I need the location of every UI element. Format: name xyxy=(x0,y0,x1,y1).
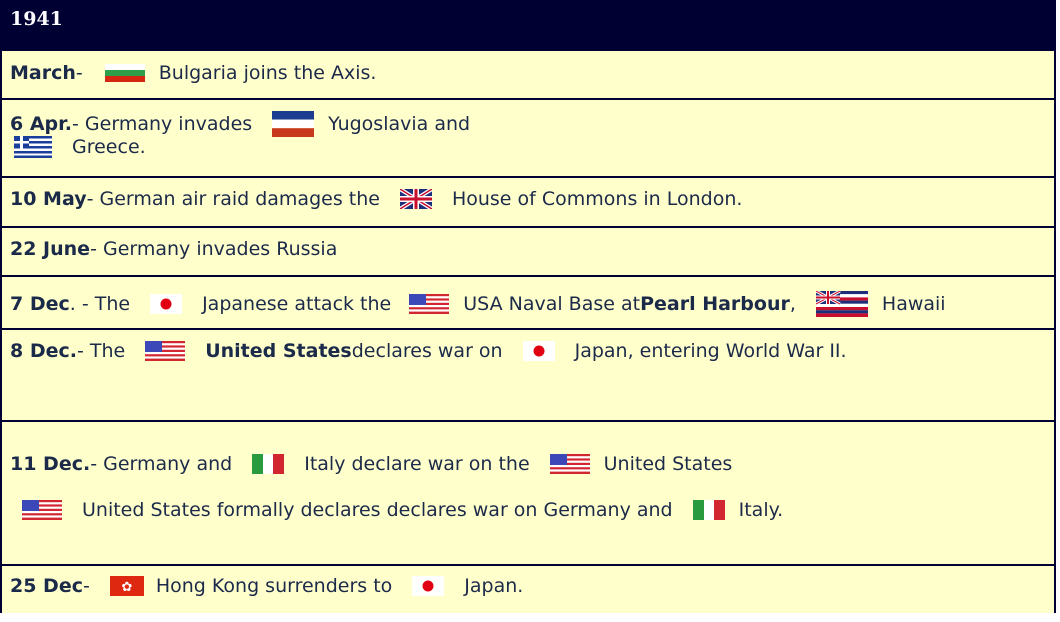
bulgaria-flag-icon xyxy=(104,64,145,82)
event-text: Japan. xyxy=(464,575,524,597)
event-text: - German air raid damages the xyxy=(86,188,380,210)
event-row-25-dec: 25 Dec - ✿ Hong Kong surrenders to Japan… xyxy=(2,564,1054,613)
event-date: March xyxy=(10,62,76,84)
event-text: Yugoslavia and xyxy=(328,113,471,135)
event-text: Hong Kong surrenders to xyxy=(155,575,393,597)
greece-flag-icon xyxy=(14,136,52,158)
event-text: - xyxy=(75,62,83,84)
usa-flag-icon xyxy=(145,341,186,361)
event-date: 11 Dec. xyxy=(10,453,91,475)
event-text: USA Naval Base at xyxy=(463,293,641,315)
year-header: 1941 xyxy=(2,0,1054,49)
japan-flag-icon xyxy=(150,294,183,314)
usa-flag-icon xyxy=(549,454,590,474)
japan-flag-icon xyxy=(412,576,445,596)
uk-flag-icon xyxy=(399,189,432,209)
japan-flag-icon xyxy=(522,341,555,361)
hong-kong-flag-icon: ✿ xyxy=(109,576,144,596)
event-text: House of Commons in London. xyxy=(451,188,743,210)
event-date: 25 Dec xyxy=(10,575,83,597)
svg-text:✿: ✿ xyxy=(121,580,132,595)
event-row-7-dec: 7 Dec . - The Japanese attack the USA Na… xyxy=(2,275,1054,328)
event-text-bold: United States xyxy=(205,340,352,362)
event-row-22-june: 22 June - Germany invades Russia xyxy=(2,226,1054,275)
event-text: Hawaii xyxy=(881,293,946,315)
timeline-table: 1941 March - Bulgaria joins the Axis. 6 … xyxy=(0,0,1056,613)
event-text: - xyxy=(82,575,90,597)
event-date: 8 Dec. xyxy=(10,340,77,362)
event-date: 10 May xyxy=(10,188,87,210)
yugoslavia-flag-icon xyxy=(272,111,315,137)
event-text: Greece. xyxy=(72,136,146,158)
event-text: Italy. xyxy=(738,499,784,521)
usa-flag-icon xyxy=(409,294,450,314)
event-text-bold: Pearl Harbour xyxy=(640,293,790,315)
event-text: , xyxy=(789,293,796,315)
event-date: 7 Dec xyxy=(10,293,70,315)
event-date: 22 June xyxy=(10,238,91,260)
event-date: 6 Apr. xyxy=(10,113,73,135)
italy-flag-icon xyxy=(252,454,285,474)
event-text: . - The xyxy=(69,293,131,315)
event-row-6-apr: 6 Apr. - Germany invades Yugoslavia and … xyxy=(2,98,1054,176)
event-row-8-dec: 8 Dec. - The United States declares war … xyxy=(2,328,1054,420)
event-text: Japanese attack the xyxy=(202,293,392,315)
event-text: - Germany and xyxy=(90,453,233,475)
event-text: - Germany invades xyxy=(72,113,253,135)
hawaii-flag-icon xyxy=(815,291,868,317)
event-text: Japan, entering World War II. xyxy=(574,340,847,362)
usa-flag-icon xyxy=(22,500,62,520)
event-text: United States xyxy=(603,453,733,475)
event-text: Italy declare war on the xyxy=(304,453,530,475)
event-text: declares war on xyxy=(351,340,503,362)
event-text: Bulgaria joins the Axis. xyxy=(158,62,377,84)
event-text: - The xyxy=(76,340,126,362)
event-text: United States formally declares declares… xyxy=(82,499,673,521)
event-row-march: March - Bulgaria joins the Axis. xyxy=(2,49,1054,98)
event-row-10-may: 10 May - German air raid damages the Hou… xyxy=(2,176,1054,226)
event-row-11-dec: 11 Dec. - Germany and Italy declare war … xyxy=(2,420,1054,564)
italy-flag-icon xyxy=(692,500,725,520)
event-text: - Germany invades Russia xyxy=(90,238,338,260)
